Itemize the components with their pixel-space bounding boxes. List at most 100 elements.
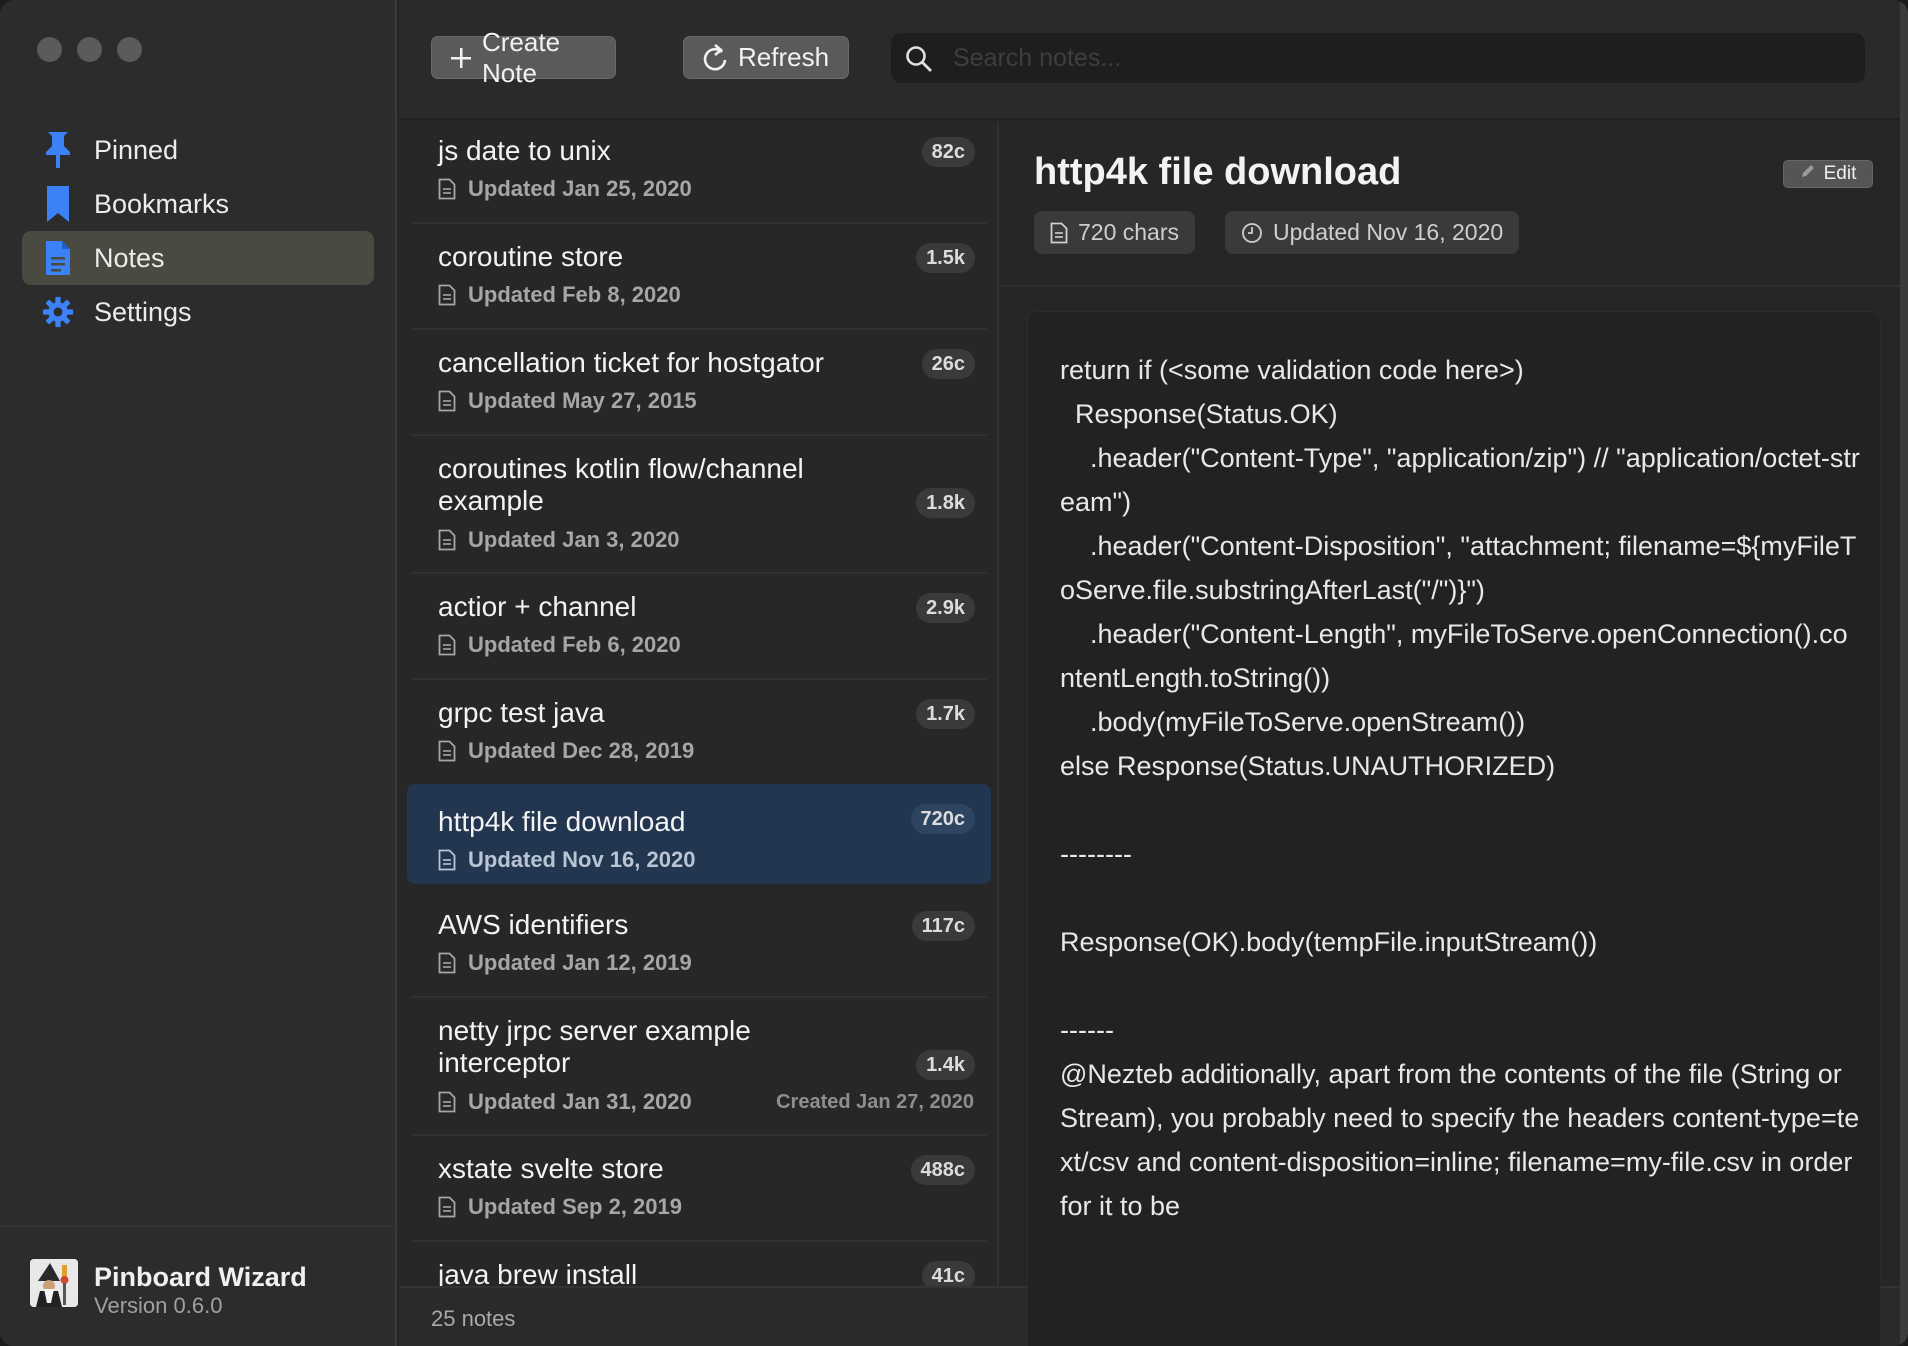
file-icon xyxy=(438,634,456,656)
sidebar-item-settings[interactable]: Settings xyxy=(22,285,374,339)
plus-icon xyxy=(450,47,472,69)
list-divider xyxy=(411,996,987,998)
notes-list: js date to unix Updated Jan 25, 2020 82c… xyxy=(399,121,999,1286)
note-updated: Updated Nov 16, 2020 xyxy=(438,847,695,873)
divider xyxy=(1001,285,1908,287)
note-title: cancellation ticket for hostgator xyxy=(438,347,824,378)
list-divider xyxy=(411,434,987,436)
note-updated-text: Updated Feb 6, 2020 xyxy=(468,632,681,657)
minimize-window-button[interactable] xyxy=(77,37,102,62)
note-updated-text: Updated Dec 28, 2019 xyxy=(468,738,695,763)
sidebar-item-pinned[interactable]: Pinned xyxy=(22,123,374,177)
list-item[interactable]: coroutines kotlin flow/channel example U… xyxy=(407,441,991,571)
app-name: Pinboard Wizard xyxy=(94,1262,307,1292)
pencil-icon xyxy=(1800,163,1816,185)
clock-icon xyxy=(1241,222,1263,244)
note-title: coroutine store xyxy=(438,241,624,272)
list-item[interactable]: grpc test java Updated Dec 28, 2019 1.7k xyxy=(407,685,991,783)
list-item[interactable]: xstate svelte store Updated Sep 2, 2019 … xyxy=(407,1141,991,1239)
note-updated-text: Updated Jan 12, 2019 xyxy=(468,950,692,975)
list-divider xyxy=(411,222,987,224)
file-icon xyxy=(438,849,456,871)
file-icon xyxy=(438,178,456,200)
file-icon xyxy=(438,1196,456,1218)
note-updated: Updated May 27, 2015 xyxy=(438,388,697,414)
note-title: netty jrpc server example interceptor xyxy=(438,1015,751,1078)
file-icon xyxy=(1050,222,1068,244)
size-badge: 41c xyxy=(921,1261,975,1286)
updated-chip: Updated Nov 16, 2020 xyxy=(1225,211,1520,254)
note-updated-text: Updated Feb 8, 2020 xyxy=(468,282,681,307)
size-badge: 82c xyxy=(921,137,975,167)
list-item[interactable]: netty jrpc server example interceptor Up… xyxy=(407,1003,991,1133)
list-item[interactable]: java brew install 41c xyxy=(407,1247,991,1286)
list-divider xyxy=(411,1240,987,1242)
search-box xyxy=(891,33,1865,83)
size-badge: 720c xyxy=(910,804,975,834)
note-updated: Updated Sep 2, 2019 xyxy=(438,1194,682,1220)
refresh-icon xyxy=(702,43,728,72)
note-updated-text: Updated Jan 31, 2020 xyxy=(468,1089,692,1114)
sidebar: Pinned Bookmarks Notes Settings Pinboard… xyxy=(0,0,397,1346)
file-icon xyxy=(438,952,456,974)
list-item[interactable]: cancellation ticket for hostgator Update… xyxy=(407,335,991,433)
note-title: actior + channel xyxy=(438,591,637,622)
create-note-button[interactable]: Create Note xyxy=(431,27,616,88)
pin-icon xyxy=(42,130,74,170)
note-updated-text: Updated Nov 16, 2020 xyxy=(468,847,696,872)
size-badge: 1.8k xyxy=(916,488,975,518)
list-item[interactable]: AWS identifiers Updated Jan 12, 2019 117… xyxy=(407,897,991,995)
note-content: return if (<some validation code here>) … xyxy=(1027,311,1881,1346)
edit-button[interactable]: Edit xyxy=(1783,160,1873,188)
window-edge xyxy=(1900,0,1908,1346)
search-icon xyxy=(905,45,933,78)
file-icon xyxy=(438,529,456,551)
note-title: xstate svelte store xyxy=(438,1153,664,1184)
file-icon xyxy=(438,284,456,306)
list-divider xyxy=(411,1134,987,1136)
close-window-button[interactable] xyxy=(37,37,62,62)
note-detail: http4k file download Edit 720 chars Upda… xyxy=(1001,121,1908,1346)
size-badge: 1.7k xyxy=(916,699,975,729)
note-updated: Updated Jan 25, 2020 xyxy=(438,176,692,202)
bookmark-icon xyxy=(42,184,74,224)
app-logo xyxy=(30,1259,78,1307)
file-icon xyxy=(438,390,456,412)
sidebar-item-label: Bookmarks xyxy=(94,188,230,219)
note-title: grpc test java xyxy=(438,697,605,728)
size-badge: 1.4k xyxy=(916,1050,975,1080)
gear-icon xyxy=(42,292,74,332)
note-updated: Updated Feb 8, 2020 xyxy=(438,282,681,308)
char-count: 720 chars xyxy=(1078,219,1180,245)
size-badge: 26c xyxy=(921,349,975,379)
list-item[interactable]: actior + channel Updated Feb 6, 2020 2.9… xyxy=(407,579,991,677)
note-body: return if (<some validation code here>) … xyxy=(1060,355,1860,1221)
note-updated: Updated Dec 28, 2019 xyxy=(438,738,694,764)
note-title: http4k file download xyxy=(438,806,686,837)
sidebar-item-notes[interactable]: Notes xyxy=(22,231,374,285)
file-icon xyxy=(438,1091,456,1113)
note-created: Created Jan 27, 2020 xyxy=(776,1091,974,1113)
sidebar-item-label: Notes xyxy=(94,242,165,273)
sidebar-item-bookmarks[interactable]: Bookmarks xyxy=(22,177,374,231)
refresh-button[interactable]: Refresh xyxy=(683,36,849,79)
list-item-selected[interactable]: http4k file download Updated Nov 16, 202… xyxy=(407,784,991,884)
toolbar: Create Note Refresh xyxy=(399,0,1908,120)
note-count: 25 notes xyxy=(431,1306,516,1331)
app-brand: Pinboard Wizard Version 0.6.0 xyxy=(0,1225,397,1346)
char-count-chip: 720 chars xyxy=(1034,211,1196,254)
create-note-label: Create Note xyxy=(482,26,561,88)
note-title: js date to unix xyxy=(438,135,611,166)
app-window: Pinned Bookmarks Notes Settings Pinboard… xyxy=(0,0,1908,1346)
file-icon xyxy=(438,740,456,762)
search-input[interactable] xyxy=(953,37,1833,79)
note-title: AWS identifiers xyxy=(438,909,629,940)
sidebar-nav: Pinned Bookmarks Notes Settings xyxy=(22,123,374,339)
zoom-window-button[interactable] xyxy=(117,37,142,62)
note-updated-text: Updated Sep 2, 2019 xyxy=(468,1194,682,1219)
list-item[interactable]: js date to unix Updated Jan 25, 2020 82c xyxy=(407,123,991,221)
list-item[interactable]: coroutine store Updated Feb 8, 2020 1.5k xyxy=(407,229,991,327)
size-badge: 1.5k xyxy=(916,243,975,273)
note-title: java brew install xyxy=(438,1259,638,1286)
sidebar-item-label: Settings xyxy=(94,296,192,327)
